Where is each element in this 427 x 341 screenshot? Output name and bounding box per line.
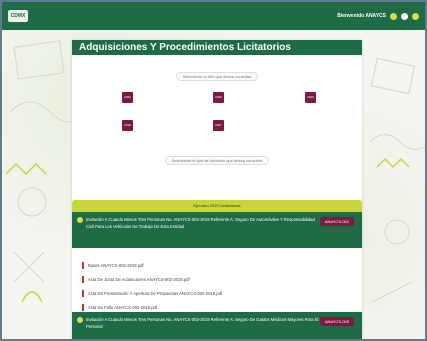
type-select-hint-text: Seleccione el tipo de licitación que des… — [164, 156, 270, 165]
page-frame: CDMX Bienvenido ANAYCS Adquisiciones Y P… — [0, 0, 427, 341]
licitacion-card[interactable]: Invitación A Cuando Menos Tres Personas … — [72, 312, 362, 339]
user-name-label: Bienvenido ANAYCS — [337, 13, 386, 19]
logout-icon[interactable] — [412, 12, 419, 20]
bullet-icon — [77, 317, 83, 323]
gear-icon[interactable] — [390, 12, 397, 20]
site-logo[interactable]: CDMX — [8, 10, 28, 22]
year-select-hint-text: Seleccione el año que desea consultar — [175, 72, 259, 81]
page-title: Adquisiciones Y Procedimientos Licitator… — [72, 40, 362, 55]
document-list: Bases ANAYCS-002-2019.pdf Acta De Junta … — [72, 254, 362, 320]
user-area: Bienvenido ANAYCS — [337, 12, 419, 20]
user-icon[interactable] — [401, 12, 408, 20]
year-button-2017[interactable]: 2017 — [213, 120, 224, 131]
licitacion-description: Invitación A Cuando Menos Tres Personas … — [86, 317, 319, 329]
top-navigation-bar: CDMX Bienvenido ANAYCS — [2, 2, 425, 30]
licitacion-card[interactable]: Invitación A Cuando Menos Tres Personas … — [72, 212, 362, 248]
document-link[interactable]: Acta De Presentación Y Apertura De Propu… — [82, 290, 352, 297]
year-button-2018[interactable]: 2018 — [122, 120, 133, 131]
document-link[interactable]: Bases ANAYCS-002-2019.pdf — [82, 262, 352, 269]
year-button-2019[interactable]: 2019 — [305, 92, 316, 103]
licitacion-description: Invitación A Cuando Menos Tres Personas … — [86, 217, 315, 229]
document-link[interactable]: Acta De Fallo ANAYCS-002-2019.pdf — [82, 304, 352, 311]
bullet-icon — [77, 217, 83, 223]
year-select-hint: Seleccione el año que desea consultar — [72, 72, 362, 81]
licitacion-badge[interactable]: ANAYCS-002 — [319, 217, 354, 226]
licitacion-badge[interactable]: ANAYCS-003 — [319, 317, 354, 326]
year-button-2020[interactable]: 2020 — [213, 92, 224, 103]
year-button-2021[interactable]: 2021 — [122, 92, 133, 103]
document-link[interactable]: Acta De Junta De Aclaraciones ANAYCS-002… — [82, 276, 352, 283]
type-select-hint: Seleccione el tipo de licitación que des… — [72, 156, 362, 165]
main-content-panel: Adquisiciones Y Procedimientos Licitator… — [72, 40, 362, 339]
section-header: Ejercicio 2019 Licitaciones — [72, 200, 362, 212]
